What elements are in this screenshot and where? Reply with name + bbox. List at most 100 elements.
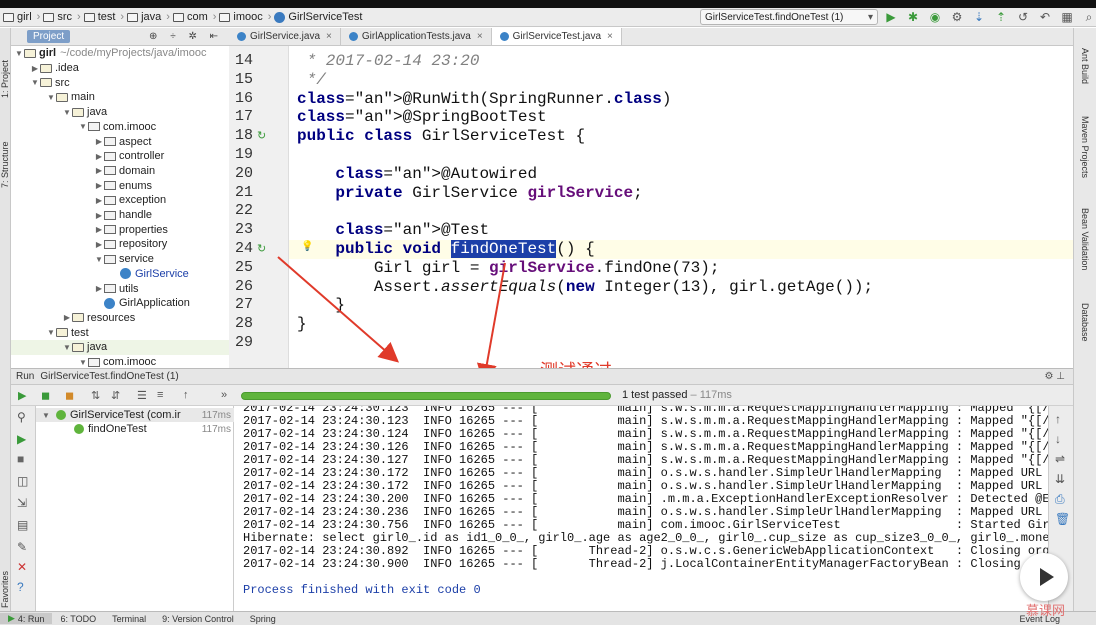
class-icon [237, 32, 246, 41]
tab-girlservice-java[interactable]: GirlService.java × [229, 28, 341, 45]
tree-item[interactable]: ▼ com.imooc [11, 120, 229, 135]
pin-tab-icon[interactable]: ✎ [17, 540, 27, 554]
breadcrumb-item[interactable]: GirlServiceTest [274, 11, 362, 23]
console-line: Process finished with exit code 0 [243, 583, 481, 597]
tree-item[interactable]: GirlApplication [11, 296, 229, 311]
tree-item[interactable]: ▶ utils [11, 281, 229, 296]
lightbulb-icon[interactable]: 💡 [301, 241, 313, 252]
status-run-tab[interactable]: ▶ 4: Run [0, 613, 53, 624]
tree-item[interactable]: ▼ java [11, 105, 229, 120]
tab-girlapplicationtests-java[interactable]: GirlApplicationTests.java × [341, 28, 492, 45]
breadcrumb-item[interactable]: java [127, 11, 161, 23]
console-output[interactable]: 2017-02-14 23:24:30.123 INFO 16265 --- [… [234, 406, 1048, 611]
tree-item[interactable]: ▶ handle [11, 208, 229, 223]
coverage-icon[interactable]: ◉ [928, 10, 942, 25]
package-icon [104, 210, 116, 220]
vcs-update-icon[interactable]: ⇣ [972, 10, 986, 25]
vcs-commit-icon[interactable]: ⇡ [994, 10, 1008, 25]
rerun-icon[interactable]: ▶ [18, 389, 26, 402]
video-play-button[interactable] [1020, 553, 1068, 601]
dump-threads-icon[interactable]: ◫ [17, 474, 28, 488]
resume-icon[interactable]: ▶ [17, 432, 26, 446]
tree-item[interactable]: ▶ exception [11, 193, 229, 208]
debug-icon[interactable]: ✱ [906, 10, 920, 25]
close-icon[interactable]: × [607, 31, 613, 42]
close-icon[interactable]: × [477, 31, 483, 42]
tree-item[interactable]: ▶ properties [11, 222, 229, 237]
more-icon[interactable]: » [221, 389, 227, 401]
sort-duration-icon[interactable]: ⇵ [111, 389, 120, 402]
print-icon[interactable]: ⎙ [1055, 492, 1065, 507]
sort-alpha-icon[interactable]: ⇅ [91, 389, 100, 402]
tree-item[interactable]: ▶ aspect [11, 134, 229, 149]
tree-item[interactable]: ▼ java [11, 340, 229, 355]
test-item[interactable]: findOneTest 117ms [36, 422, 234, 436]
structure-panel-tab[interactable]: 7: Structure [0, 141, 10, 188]
project-panel-tab[interactable]: 1: Project [0, 60, 10, 98]
tree-item[interactable]: ▶ controller [11, 149, 229, 164]
maven-projects-tab[interactable]: Maven Projects [1080, 116, 1090, 178]
tree-item[interactable]: ▼ main [11, 90, 229, 105]
settings-icon[interactable]: ⚙ [950, 10, 964, 25]
collapsed-arrow-icon: ▶ [95, 284, 103, 294]
tree-item[interactable]: ▼ service [11, 252, 229, 267]
test-item[interactable]: ▼ GirlServiceTest (com.ir 117ms [36, 408, 234, 422]
down-icon[interactable]: ↓ [1055, 432, 1061, 446]
soft-wrap-icon[interactable]: ⇌ [1055, 452, 1065, 466]
previous-failed-icon[interactable]: ↑ [183, 389, 189, 401]
chevron-right-icon: › [77, 11, 81, 23]
breadcrumb-item[interactable]: src [43, 11, 72, 23]
close-icon[interactable]: ✕ [17, 560, 27, 574]
run-test-gutter-icon[interactable]: ↻ [257, 242, 266, 255]
up-icon[interactable]: ↑ [1055, 412, 1061, 426]
tree-item[interactable]: ▼ src [11, 75, 229, 90]
import-test-icon[interactable]: ⇲ [17, 496, 27, 510]
tree-item[interactable]: ▶ repository [11, 237, 229, 252]
pin-icon[interactable]: ⚲ [17, 410, 26, 424]
status-vcs-tab[interactable]: 9: Version Control [154, 614, 242, 624]
show-ignored-icon[interactable]: ◼ [65, 389, 74, 402]
project-view-select[interactable]: Project [27, 30, 71, 43]
run-test-gutter-icon[interactable]: ↻ [257, 129, 266, 142]
tree-item[interactable]: ▶ domain [11, 164, 229, 179]
tree-item[interactable]: ▶ resources [11, 311, 229, 326]
bean-validation-tab[interactable]: Bean Validation [1080, 208, 1090, 270]
code-editor[interactable]: 14 15 16 17 18 19 20 21 22 23 24 25 26 27 28 29 ↻ ↻ * 201… [229, 46, 1073, 368]
show-passed-icon[interactable]: ◼ [41, 389, 50, 402]
ant-build-tab[interactable]: Ant Build [1080, 48, 1090, 84]
revert-icon[interactable]: ↶ [1038, 10, 1052, 25]
status-terminal-tab[interactable]: Terminal [104, 614, 154, 624]
tab-girlservicetest-java[interactable]: GirlServiceTest.java × [491, 28, 622, 45]
history-icon[interactable]: ↺ [1016, 10, 1030, 25]
collapse-all-icon[interactable]: ≡ [157, 389, 163, 401]
tree-item[interactable]: GirlService [11, 267, 229, 282]
expand-all-icon[interactable]: ☰ [137, 389, 147, 402]
navigation-bar: girl › src › test › java › com › imooc › GirlService… [0, 8, 1096, 27]
close-icon[interactable]: × [326, 31, 332, 42]
search-icon[interactable]: ⌕ [1082, 10, 1096, 25]
breadcrumb-item[interactable]: imooc [219, 11, 263, 23]
tree-item[interactable]: ▶ .idea [11, 61, 229, 76]
breadcrumb-item[interactable]: test [83, 11, 115, 23]
project-panel-icons[interactable]: ⊕ ÷ ✲ ⇤ [149, 31, 223, 42]
tree-item[interactable]: ▼ girl ~/code/myProjects/java/imooc [11, 46, 229, 61]
project-structure-icon[interactable]: ▦ [1060, 10, 1074, 25]
package-icon [104, 284, 116, 294]
tree-item-label: controller [119, 150, 165, 163]
breadcrumb-item[interactable]: girl [3, 11, 32, 23]
run-icon[interactable]: ▶ [884, 10, 898, 25]
help-icon[interactable]: ? [17, 580, 24, 594]
layout-icon[interactable]: ▤ [17, 518, 28, 532]
settings-icon[interactable]: ⚙ ⊥ [1045, 371, 1065, 382]
breadcrumb-item[interactable]: com [172, 11, 208, 23]
tree-item[interactable]: ▶ enums [11, 178, 229, 193]
status-spring-tab[interactable]: Spring [242, 614, 284, 624]
stop-icon[interactable]: ■ [17, 452, 24, 466]
status-todo-tab[interactable]: 6: TODO [52, 614, 104, 624]
run-configuration-select[interactable]: GirlServiceTest.findOneTest (1) ▾ [700, 9, 878, 25]
tree-item[interactable]: ▼ com.imooc [11, 355, 229, 368]
database-tab[interactable]: Database [1080, 303, 1090, 342]
tree-item[interactable]: ▼ test [11, 325, 229, 340]
clear-icon[interactable]: 🗑 [1055, 512, 1070, 526]
scroll-end-icon[interactable]: ⇊ [1055, 472, 1065, 486]
